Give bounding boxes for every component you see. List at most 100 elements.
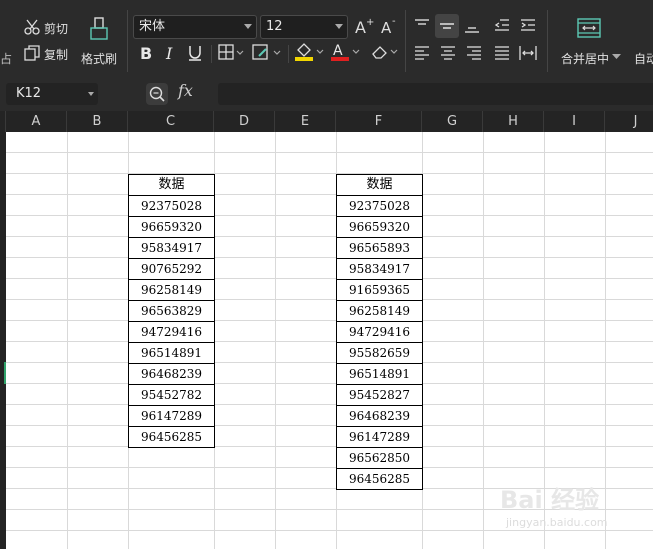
align-top-icon[interactable] [413, 17, 431, 35]
column-header[interactable]: E [275, 111, 336, 132]
scissors-icon[interactable] [23, 18, 41, 36]
fill-color-icon[interactable] [294, 42, 326, 62]
justify-icon[interactable] [493, 45, 511, 61]
zoom-function-button[interactable] [146, 83, 168, 105]
column-header[interactable]: G [422, 111, 483, 132]
svg-text:+: + [366, 17, 374, 28]
decrease-indent-icon[interactable] [493, 17, 511, 35]
svg-text:B: B [140, 44, 152, 63]
cut-button[interactable]: 剪切 [44, 20, 68, 37]
table2-cell[interactable]: 96514891 [336, 363, 423, 385]
column-header[interactable]: B [67, 111, 128, 132]
align-middle-icon [440, 23, 454, 29]
bold-icon[interactable]: B [138, 43, 156, 63]
table1-cell[interactable]: 90765292 [128, 258, 215, 280]
font-size-value: 12 [266, 19, 283, 34]
borders-icon[interactable] [218, 44, 244, 62]
copy-icon[interactable] [23, 44, 41, 62]
eraser-icon[interactable] [370, 43, 400, 61]
table1-cell[interactable]: 96468239 [128, 363, 215, 385]
column-header[interactable]: J [605, 111, 653, 132]
merge-center-icon[interactable] [577, 18, 601, 38]
table2-cell[interactable]: 96659320 [336, 216, 423, 238]
column-header[interactable]: F [336, 111, 422, 132]
paste-label-partial[interactable]: 占 [0, 50, 12, 67]
chevron-down-icon [335, 24, 343, 29]
column-header[interactable]: H [483, 111, 544, 132]
table2-cell[interactable]: 96456285 [336, 468, 423, 490]
font-name-select[interactable]: 宋体 [133, 15, 257, 39]
formula-input[interactable] [218, 83, 653, 105]
ribbon-toolbar: 占 剪切 复制 格式刷 宋体 12 A + A - B I A 合并居中 自动 [0, 0, 653, 78]
table2-cell[interactable]: 96565893 [336, 237, 423, 259]
column-header[interactable]: C [128, 111, 214, 132]
ribbon-separator [211, 45, 212, 63]
chevron-down-icon[interactable] [612, 54, 621, 60]
font-color-icon[interactable]: A [330, 42, 362, 62]
table2-cell[interactable]: 96147289 [336, 426, 423, 448]
table2-cell[interactable]: 95452827 [336, 384, 423, 406]
magnifier-icon [149, 86, 165, 102]
merge-center-button[interactable]: 合并居中 [561, 50, 609, 67]
font-size-select[interactable]: 12 [260, 15, 348, 39]
ribbon-separator [547, 10, 548, 72]
table2-header[interactable]: 数据 [336, 174, 423, 196]
column-headers: A B C D E F G H I J [0, 111, 653, 132]
chevron-down-icon [244, 24, 252, 29]
table1-cell[interactable]: 94729416 [128, 321, 215, 343]
align-left-icon[interactable] [413, 45, 431, 61]
insert-function-button[interactable]: fx [178, 81, 193, 100]
ribbon-separator [405, 10, 406, 72]
table2-cell[interactable]: 95834917 [336, 258, 423, 280]
cell-reference: K12 [16, 86, 42, 101]
table1-header[interactable]: 数据 [128, 174, 215, 196]
font-name-value: 宋体 [139, 19, 166, 34]
format-painter-icon[interactable] [89, 16, 109, 42]
table1-cell[interactable]: 96147289 [128, 405, 215, 427]
table1-cell[interactable]: 96456285 [128, 426, 215, 448]
svg-text:A: A [355, 18, 366, 36]
auto-wrap-button[interactable]: 自动 [634, 50, 653, 67]
table2-cell[interactable]: 94729416 [336, 321, 423, 343]
underline-icon[interactable] [186, 43, 204, 63]
table1-cell[interactable]: 92375028 [128, 195, 215, 217]
svg-text:A: A [333, 43, 343, 59]
table1-cell[interactable]: 95452782 [128, 384, 215, 406]
distributed-align-icon[interactable] [519, 45, 537, 61]
align-middle-button[interactable] [435, 14, 459, 38]
table1-cell[interactable]: 96514891 [128, 342, 215, 364]
decrease-font-size-icon[interactable]: A - [380, 16, 400, 36]
column-header[interactable]: D [214, 111, 275, 132]
increase-font-size-icon[interactable]: A + [354, 16, 374, 36]
align-right-icon[interactable] [465, 45, 483, 61]
svg-text:-: - [392, 16, 396, 27]
table2-cell[interactable]: 96468239 [336, 405, 423, 427]
table1-cell[interactable]: 95834917 [128, 237, 215, 259]
name-box[interactable]: K12 [6, 83, 98, 105]
formula-bar: K12 fx [0, 78, 653, 111]
svg-text:I: I [165, 44, 173, 63]
align-center-icon[interactable] [439, 45, 457, 61]
align-bottom-icon[interactable] [463, 17, 481, 35]
svg-text:A: A [381, 19, 392, 36]
chevron-down-icon [88, 92, 94, 96]
table2-cell[interactable]: 92375028 [336, 195, 423, 217]
baidu-watermark: Bai 经验 [500, 486, 600, 514]
cell-style-icon[interactable] [252, 44, 282, 62]
increase-indent-icon[interactable] [519, 17, 537, 35]
column-header[interactable]: I [544, 111, 605, 132]
table2-cell[interactable]: 96562850 [336, 447, 423, 469]
copy-button[interactable]: 复制 [44, 46, 68, 63]
table2-cell[interactable]: 91659365 [336, 279, 423, 301]
table1-cell[interactable]: 96659320 [128, 216, 215, 238]
table2-cell[interactable]: 96258149 [336, 300, 423, 322]
italic-icon[interactable]: I [163, 43, 179, 63]
table2-cell[interactable]: 95582659 [336, 342, 423, 364]
ribbon-separator [127, 10, 128, 72]
table1-cell[interactable]: 96258149 [128, 279, 215, 301]
format-painter-button[interactable]: 格式刷 [81, 50, 117, 67]
table1-cell[interactable]: 96563829 [128, 300, 215, 322]
column-header[interactable]: A [6, 111, 67, 132]
ribbon-separator [288, 45, 289, 63]
watermark-url: jingyan.baidu.com [506, 516, 608, 529]
